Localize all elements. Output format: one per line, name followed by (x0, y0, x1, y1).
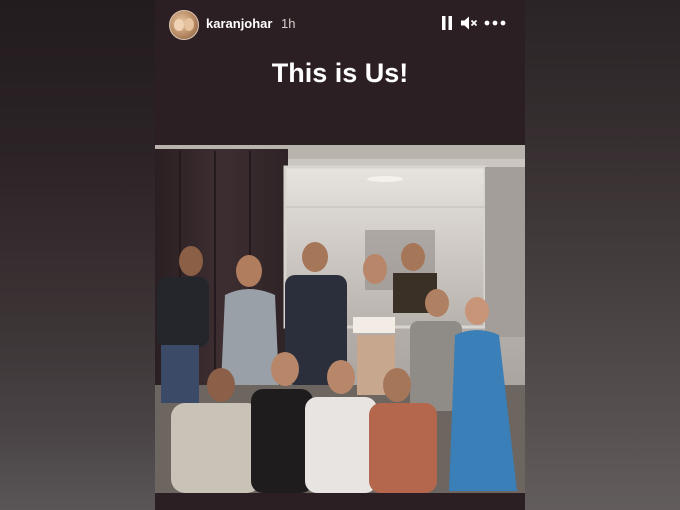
story-caption: This is Us! (271, 58, 409, 88)
speaker-muted-icon[interactable] (460, 14, 478, 37)
profile-avatar[interactable] (169, 10, 199, 40)
story-username[interactable]: karanjohar (206, 16, 272, 31)
blurred-backdrop-left (0, 0, 155, 510)
blurred-backdrop-right (525, 0, 680, 510)
story-photo (155, 145, 525, 493)
story-viewer[interactable]: karanjohar 1h This is Us! (155, 0, 525, 510)
story-timestamp: 1h (281, 16, 296, 31)
story-footer (155, 493, 525, 510)
pause-icon[interactable] (440, 14, 454, 37)
more-horizontal-icon[interactable] (484, 14, 506, 37)
story-header: karanjohar 1h (155, 0, 525, 48)
